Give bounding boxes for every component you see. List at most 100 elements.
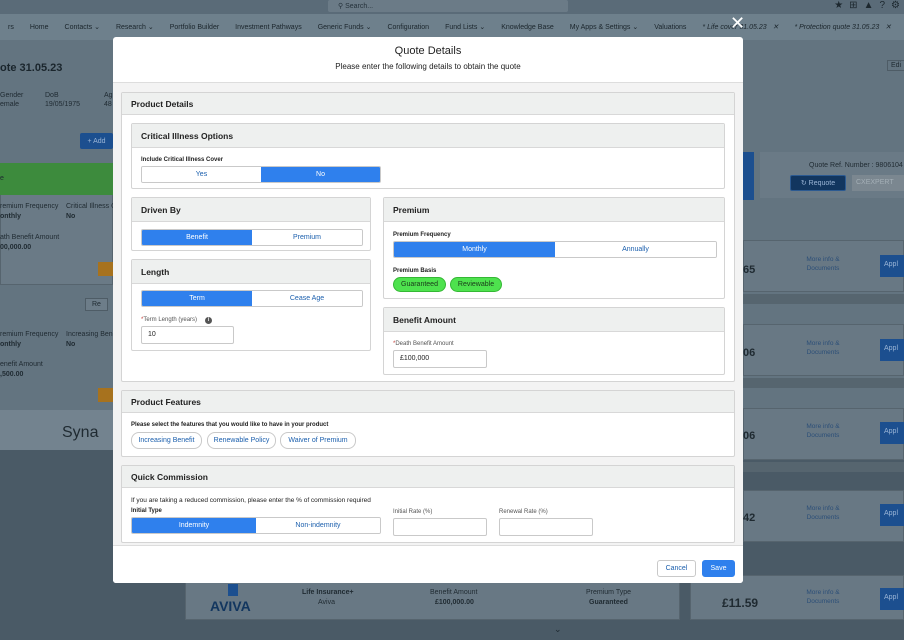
gender-label: Gender <box>0 92 24 99</box>
save-button[interactable]: Save <box>702 560 735 577</box>
add-button[interactable]: + Add <box>80 133 113 149</box>
premium-basis-reviewable[interactable]: Reviewable <box>450 277 502 292</box>
bg-label: remium Frequency <box>0 331 59 338</box>
premium-basis-guaranteed[interactable]: Guaranteed <box>393 277 446 292</box>
age-value: 48 <box>104 101 112 108</box>
product-details-heading: Product Details <box>122 93 734 115</box>
setup-icon[interactable]: ▲ <box>864 0 874 12</box>
requote-button[interactable]: ↻ Requote <box>790 175 846 191</box>
dob-label: DoB <box>45 92 59 99</box>
driven-by-card: Driven By Benefit Premium <box>131 197 371 251</box>
critical-illness-no[interactable]: No <box>261 167 380 182</box>
bg-value: £100,000.00 <box>435 599 474 606</box>
scroll-down-icon[interactable]: ⌄ <box>554 624 562 635</box>
more-info-link[interactable]: More info & Documents <box>800 422 846 440</box>
syna-logo: Syna <box>62 424 99 441</box>
apply-button[interactable]: Appl <box>880 588 904 610</box>
global-search[interactable]: ⚲ Search... <box>328 0 568 12</box>
term-length-label: *Term Length (years) <box>141 317 197 323</box>
top-bar: ⚲ Search... ★ ⊞ ▲ ? ⚙ <box>0 0 904 14</box>
driven-by-benefit[interactable]: Benefit <box>142 230 252 245</box>
nav-item-valuations[interactable]: Valuations <box>646 24 694 31</box>
term-length-input[interactable]: 10 <box>141 326 234 344</box>
driven-by-premium[interactable]: Premium <box>252 230 362 245</box>
benefit-amount-card: Benefit Amount *Death Benefit Amount £10… <box>383 307 725 375</box>
product-features-heading: Product Features <box>122 391 734 413</box>
quote-ref: Quote Ref. Number : 9806104 <box>809 162 903 169</box>
premium-basis-label: Premium Basis <box>393 268 437 274</box>
critical-illness-yes[interactable]: Yes <box>142 167 261 182</box>
re-button[interactable]: Re <box>85 298 108 311</box>
settings-icon[interactable]: ⚙ <box>891 0 900 12</box>
aviva-logo-mark <box>228 584 238 596</box>
initial-type-indemnity[interactable]: Indemnity <box>132 518 256 533</box>
search-icon: ⚲ <box>338 3 344 10</box>
death-benefit-input[interactable]: £100,000 <box>393 350 487 368</box>
nav-item-investment-pathways[interactable]: Investment Pathways <box>227 24 310 31</box>
modal-title: Quote Details <box>394 45 462 57</box>
bg-label: enefit Amount <box>0 361 43 368</box>
apply-button[interactable]: Appl <box>880 255 904 277</box>
length-toggle: Term Cease Age <box>141 290 363 307</box>
apply-button[interactable]: Appl <box>880 504 904 526</box>
cancel-button[interactable]: Cancel <box>657 560 696 577</box>
death-benefit-label: *Death Benefit Amount <box>393 341 454 347</box>
result-price: 42 <box>743 512 756 524</box>
premium-frequency-annually[interactable]: Annually <box>555 242 716 257</box>
premium-frequency-monthly[interactable]: Monthly <box>394 242 555 257</box>
tab-protection-quote[interactable]: * Protection quote 31.05.23 ✕ <box>786 23 899 31</box>
premium-heading: Premium <box>384 198 724 222</box>
apply-button[interactable]: Appl <box>880 339 904 361</box>
result-price: 06 <box>743 347 756 359</box>
initial-type-non-indemnity[interactable]: Non-indemnity <box>256 518 380 533</box>
edit-button[interactable]: Edi <box>887 60 904 71</box>
row-divider <box>743 462 904 472</box>
feature-increasing-benefit[interactable]: Increasing Benefit <box>131 432 202 449</box>
info-icon[interactable]: i <box>205 317 212 324</box>
feature-waiver-of-premium[interactable]: Waiver of Premium <box>280 432 356 449</box>
driven-by-toggle: Benefit Premium <box>141 229 363 246</box>
include-critical-illness-label: Include Critical Illness Cover <box>141 157 224 163</box>
feature-renewable-policy[interactable]: Renewable Policy <box>207 432 276 449</box>
product-features-instruction: Please select the features that you woul… <box>131 422 329 428</box>
initial-type-toggle: Indemnity Non-indemnity <box>131 517 381 534</box>
more-info-link[interactable]: More info & Documents <box>800 588 846 606</box>
premium-frequency-label: Premium Frequency <box>393 232 451 238</box>
nav-item-knowledge-base[interactable]: Knowledge Base <box>493 24 562 31</box>
bg-value: No <box>66 341 76 348</box>
length-cease-age[interactable]: Cease Age <box>252 291 362 306</box>
gender-value: emale <box>0 101 20 108</box>
cxexpert-button[interactable]: CXEXPERT <box>852 175 904 191</box>
nav-item-portfolio-builder[interactable]: Portfolio Builder <box>162 24 227 31</box>
help-icon[interactable]: ? <box>879 0 885 12</box>
length-term[interactable]: Term <box>142 291 252 306</box>
nav-item-home[interactable]: Home <box>22 24 57 31</box>
nav-item-generic-funds[interactable]: Generic Funds ⌄ <box>310 23 380 31</box>
length-heading: Length <box>132 260 370 284</box>
initial-rate-input[interactable] <box>393 518 487 536</box>
favorites-icon[interactable]: ★ <box>834 0 843 12</box>
nav-item-configuration[interactable]: Configuration <box>379 24 437 31</box>
apply-button[interactable]: Appl <box>880 422 904 444</box>
more-info-link[interactable]: More info & Documents <box>800 255 846 273</box>
left-card-2-action[interactable] <box>98 388 113 402</box>
more-info-link[interactable]: More info & Documents <box>800 339 846 357</box>
bg-value: onthly <box>0 213 21 220</box>
nav-item-my-apps[interactable]: My Apps & Settings ⌄ <box>562 23 647 31</box>
renewal-rate-input[interactable] <box>499 518 593 536</box>
close-tab-icon[interactable]: ✕ <box>773 24 779 31</box>
add-icon[interactable]: ⊞ <box>849 0 857 12</box>
nav-item-rs[interactable]: rs <box>0 24 22 31</box>
close-tab-icon[interactable]: ✕ <box>885 24 891 31</box>
nav-item-research[interactable]: Research ⌄ <box>108 23 162 31</box>
product-details-section: Product Details Critical Illness Options… <box>121 92 735 382</box>
row-divider <box>743 294 904 304</box>
product-features-section: Product Features Please select the featu… <box>121 390 735 457</box>
more-info-link[interactable]: More info & Documents <box>800 504 846 522</box>
nav-item-fund-lists[interactable]: Fund Lists ⌄ <box>437 23 493 31</box>
nav-item-contacts[interactable]: Contacts ⌄ <box>57 23 108 31</box>
left-card-1-action[interactable] <box>98 262 113 276</box>
quick-commission-section: Quick Commission If you are taking a red… <box>121 465 735 543</box>
bg-label: ath Benefit Amount <box>0 234 60 241</box>
close-modal-icon[interactable]: ✕ <box>730 14 745 32</box>
